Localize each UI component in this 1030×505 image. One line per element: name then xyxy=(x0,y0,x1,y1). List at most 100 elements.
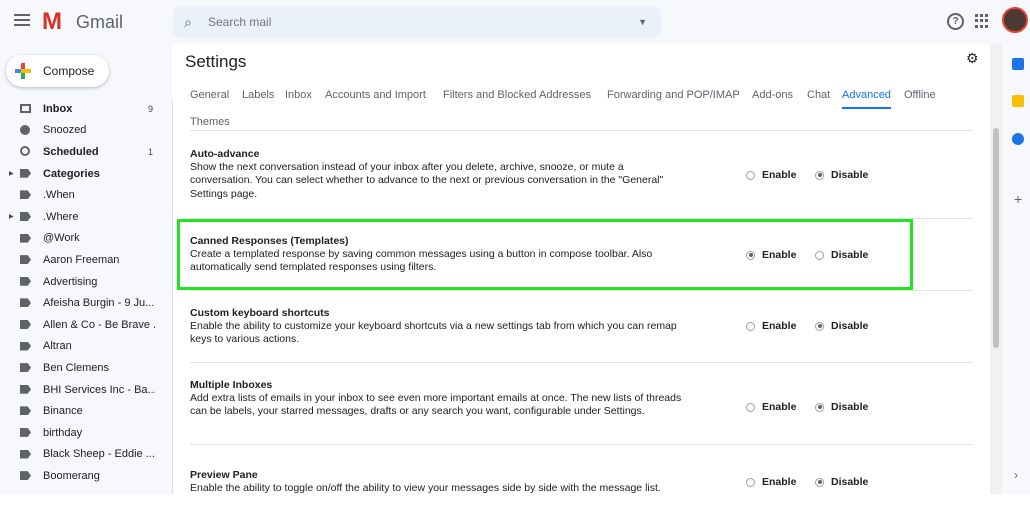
calendar-icon[interactable] xyxy=(1012,58,1024,70)
sidebar-item[interactable]: Boomerang xyxy=(0,465,172,487)
sidebar-item[interactable]: ▶ Categories xyxy=(0,163,172,185)
page-title: Settings xyxy=(185,52,247,71)
tab-filters-and-blocked-addresses[interactable]: Filters and Blocked Addresses xyxy=(443,89,591,101)
radio-button[interactable] xyxy=(746,170,755,180)
scrollbar-thumb[interactable] xyxy=(993,128,999,348)
radio-label: Enable xyxy=(762,401,797,413)
sidebar-item-label: Altran xyxy=(43,340,72,353)
sidebar-item[interactable]: @Work xyxy=(0,228,172,250)
enable-radio-option[interactable]: Enable xyxy=(746,401,796,413)
label-icon xyxy=(20,341,31,351)
setting-description: Enable the ability to toggle on/off the … xyxy=(190,482,661,494)
sidebar-item-label: .When xyxy=(43,189,75,202)
radio-label: Enable xyxy=(762,169,797,181)
radio-button[interactable] xyxy=(815,402,824,412)
label-icon xyxy=(20,233,31,243)
enable-radio-option[interactable]: Enable xyxy=(746,476,796,488)
search-icon[interactable]: ⌕ xyxy=(173,14,203,31)
tasks-icon[interactable] xyxy=(1012,133,1024,145)
sidebar-item-label: Allen & Co - Be Brave ... xyxy=(43,318,155,331)
tab-general[interactable]: General xyxy=(190,89,229,101)
scrollbar[interactable] xyxy=(990,44,1002,494)
sidebar-item-label: Categories xyxy=(43,167,100,180)
label-icon xyxy=(20,319,31,329)
sidebar-item[interactable]: Altran xyxy=(0,336,172,358)
label-icon xyxy=(20,406,31,416)
sidebar-item-label: BHI Services Inc - Ba... xyxy=(43,383,155,396)
inbox-icon xyxy=(20,104,31,113)
setting-row: Custom keyboard shortcuts Enable the abil… xyxy=(190,291,973,363)
setting-row: Auto-advance Show the next conversation i… xyxy=(190,131,973,219)
chevron-right-icon[interactable]: › xyxy=(1014,468,1018,482)
avatar[interactable] xyxy=(1002,7,1028,33)
tab-add-ons[interactable]: Add-ons xyxy=(752,89,793,101)
main-menu-icon[interactable] xyxy=(14,12,30,28)
sidebar-item-label: Boomerang xyxy=(43,469,100,482)
gmail-logo[interactable]: M Gmail xyxy=(42,10,123,34)
tab-accounts-and-import[interactable]: Accounts and Import xyxy=(325,89,426,101)
enable-radio-option[interactable]: Enable xyxy=(746,320,796,332)
disable-radio-option[interactable]: Disable xyxy=(815,320,868,332)
sidebar-item-label: @Work xyxy=(43,232,80,245)
tab-inbox[interactable]: Inbox xyxy=(285,89,312,101)
sidebar-item[interactable]: Advertising xyxy=(0,271,172,293)
label-icon xyxy=(20,190,31,200)
sidebar-item[interactable]: Black Sheep - Eddie ... xyxy=(0,444,172,466)
settings-tabs: General Labels Inbox Accounts and Import Fil… xyxy=(190,81,960,131)
sidebar-item-label: Scheduled xyxy=(43,145,99,158)
setting-description: Add extra lists of emails in your inbox … xyxy=(190,392,682,418)
radio-label: Enable xyxy=(762,476,797,488)
side-panel: + › xyxy=(1002,44,1030,494)
sidebar-item[interactable]: .When xyxy=(0,184,172,206)
keep-icon[interactable] xyxy=(1012,95,1024,107)
setting-row: Preview Pane Enable the ability to toggle… xyxy=(190,445,973,505)
tab-themes[interactable]: Themes xyxy=(190,116,230,128)
search-options-icon[interactable]: ▼ xyxy=(638,17,647,27)
sidebar-item[interactable]: Inbox 9 xyxy=(0,98,172,120)
sidebar-item-label: Aaron Freeman xyxy=(43,253,120,266)
apps-grid-icon[interactable] xyxy=(975,14,989,28)
tab-labels[interactable]: Labels xyxy=(242,89,274,101)
sidebar-item[interactable]: Allen & Co - Be Brave ... xyxy=(0,314,172,336)
label-icon xyxy=(20,471,31,481)
disable-radio-option[interactable]: Disable xyxy=(815,401,868,413)
disable-radio-option[interactable]: Disable xyxy=(815,476,868,488)
radio-label: Disable xyxy=(831,320,869,332)
sidebar-item[interactable]: Scheduled 1 xyxy=(0,141,172,163)
sidebar-item[interactable]: Aaron Freeman xyxy=(0,249,172,271)
sidebar-item[interactable]: Binance xyxy=(0,400,172,422)
tab-offline[interactable]: Offline xyxy=(904,89,936,101)
radio-button[interactable] xyxy=(815,321,824,331)
sidebar-item[interactable]: Snoozed xyxy=(0,120,172,142)
radio-button[interactable] xyxy=(746,477,755,487)
radio-label: Enable xyxy=(762,320,797,332)
setting-row: Multiple Inboxes Add extra lists of email… xyxy=(190,363,973,445)
tab-advanced[interactable]: Advanced xyxy=(842,89,891,109)
sidebar-item[interactable]: BHI Services Inc - Ba... xyxy=(0,379,172,401)
gear-icon[interactable]: ⚙ xyxy=(966,50,979,67)
expand-arrow-icon[interactable]: ▶ xyxy=(9,213,14,220)
search-input[interactable] xyxy=(208,15,608,29)
sidebar-item[interactable]: ▶ .Where xyxy=(0,206,172,228)
tab-forwarding-and-pop-imap[interactable]: Forwarding and POP/IMAP xyxy=(607,89,740,101)
label-icon xyxy=(20,449,31,459)
label-icon xyxy=(20,276,31,286)
unread-count: 9 xyxy=(148,103,154,114)
add-addon-icon[interactable]: + xyxy=(1014,191,1022,207)
sidebar-item[interactable]: birthday xyxy=(0,422,172,444)
tab-chat[interactable]: Chat xyxy=(807,89,830,101)
expand-arrow-icon[interactable]: ▶ xyxy=(9,170,14,177)
compose-button[interactable]: Compose xyxy=(6,55,109,87)
radio-button[interactable] xyxy=(815,477,824,487)
radio-button[interactable] xyxy=(746,402,755,412)
sidebar-item[interactable]: Ben Clemens xyxy=(0,357,172,379)
clock-icon xyxy=(20,124,30,135)
radio-label: Disable xyxy=(831,401,869,413)
enable-radio-option[interactable]: Enable xyxy=(746,169,796,181)
help-icon[interactable]: ? xyxy=(947,13,964,30)
disable-radio-option[interactable]: Disable xyxy=(815,169,868,181)
search-bar[interactable]: ⌕ ▼ xyxy=(173,6,661,38)
sidebar-item[interactable]: Afeisha Burgin - 9 Ju... xyxy=(0,292,172,314)
radio-button[interactable] xyxy=(746,321,755,331)
radio-button[interactable] xyxy=(815,170,824,180)
